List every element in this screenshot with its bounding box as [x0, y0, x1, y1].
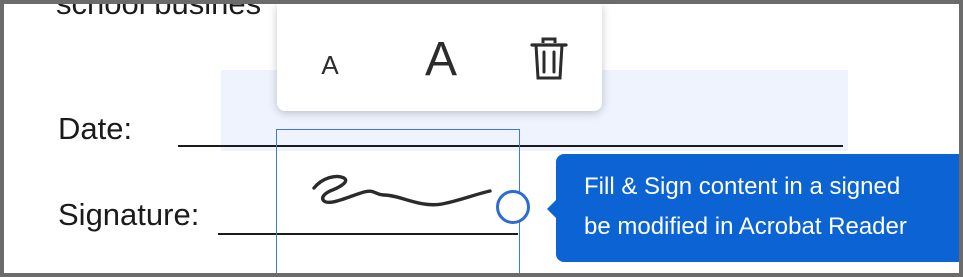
- decrease-text-size-button[interactable]: A: [307, 30, 353, 94]
- resize-handle[interactable]: [496, 190, 530, 224]
- tooltip-line-2: be modified in Acrobat Reader: [584, 213, 907, 240]
- date-label: Date:: [58, 111, 133, 146]
- delete-button[interactable]: [520, 30, 578, 88]
- document-viewport: school busines Date: Signature: A A Fill…: [0, 0, 963, 277]
- fill-sign-toolbar: A A: [277, 4, 602, 111]
- increase-text-size-button[interactable]: A: [407, 30, 475, 88]
- document-text-cut: school busines: [56, 0, 262, 21]
- trash-icon: [530, 37, 568, 80]
- tooltip-line-1: Fill & Sign content in a signed: [584, 173, 901, 200]
- signature-ink[interactable]: [304, 164, 494, 214]
- fill-sign-notice-tooltip: Fill & Sign content in a signed be modif…: [547, 154, 959, 262]
- signature-label: Signature:: [58, 197, 200, 232]
